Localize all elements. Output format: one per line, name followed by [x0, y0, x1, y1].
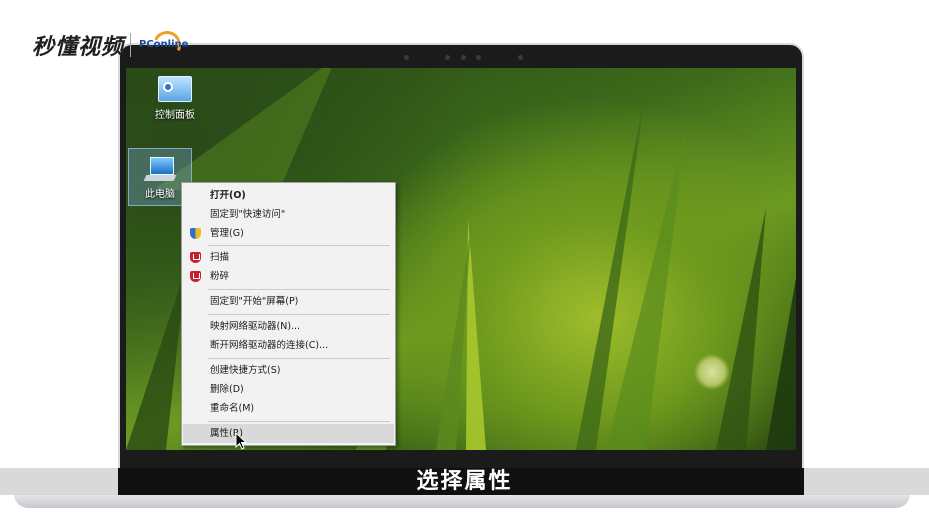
- menu-item-pin-start[interactable]: 固定到"开始"屏幕(P): [182, 292, 395, 311]
- context-menu: 打开(O) 固定到"快速访问" 管理(G) 扫描 粉碎 固定到"开始"屏幕(P)…: [181, 182, 396, 446]
- menu-separator: [208, 289, 390, 290]
- menu-item-scan[interactable]: 扫描: [182, 248, 395, 267]
- menu-separator: [208, 314, 390, 315]
- menu-item-pin-quick-access[interactable]: 固定到"快速访问": [182, 205, 395, 224]
- menu-item-map-network-drive[interactable]: 映射网络驱动器(N)...: [182, 317, 395, 336]
- this-pc-icon: [143, 157, 177, 183]
- menu-item-delete[interactable]: 删除(D): [182, 380, 395, 399]
- menu-item-properties[interactable]: 属性(R): [183, 424, 394, 443]
- camera-dot-icon: [518, 55, 523, 60]
- camera-dot-icon: [476, 55, 481, 60]
- menu-separator: [208, 245, 390, 246]
- desktop-icon-label: 控制面板: [155, 110, 195, 121]
- menu-item-rename[interactable]: 重命名(M): [182, 399, 395, 418]
- mcafee-icon: [190, 271, 201, 282]
- camera-dot-icon: [404, 55, 409, 60]
- pconline-logo-text: PConline: [139, 39, 189, 50]
- mcafee-icon: [190, 252, 201, 263]
- subtitle-caption: 选择属性: [416, 469, 513, 494]
- watermark-logo: 秒懂视频 PConline: [32, 27, 191, 63]
- menu-item-manage[interactable]: 管理(G): [182, 224, 395, 243]
- camera-dot-icon: [445, 55, 450, 60]
- menu-item-shred[interactable]: 粉碎: [182, 267, 395, 286]
- control-panel-icon: [158, 76, 192, 102]
- menu-item-disconnect-network-drive[interactable]: 断开网络驱动器的连接(C)...: [182, 336, 395, 355]
- logo-divider: [130, 33, 132, 57]
- menu-item-label: 粉碎: [210, 271, 230, 282]
- menu-item-open[interactable]: 打开(O): [182, 186, 395, 205]
- brand-logo-text: 秒懂视频: [32, 35, 125, 60]
- menu-item-label: 扫描: [210, 252, 230, 263]
- pconline-logo: PConline: [139, 27, 191, 63]
- desktop-icon-control-panel[interactable]: 控制面板: [144, 76, 206, 121]
- menu-item-create-shortcut[interactable]: 创建快捷方式(S): [182, 361, 395, 380]
- menu-separator: [208, 358, 390, 359]
- camera-dot-icon: [461, 55, 466, 60]
- mouse-cursor-icon: [235, 432, 247, 450]
- menu-separator: [208, 421, 390, 422]
- menu-item-label: 管理(G): [210, 228, 244, 239]
- uac-shield-icon: [190, 228, 201, 239]
